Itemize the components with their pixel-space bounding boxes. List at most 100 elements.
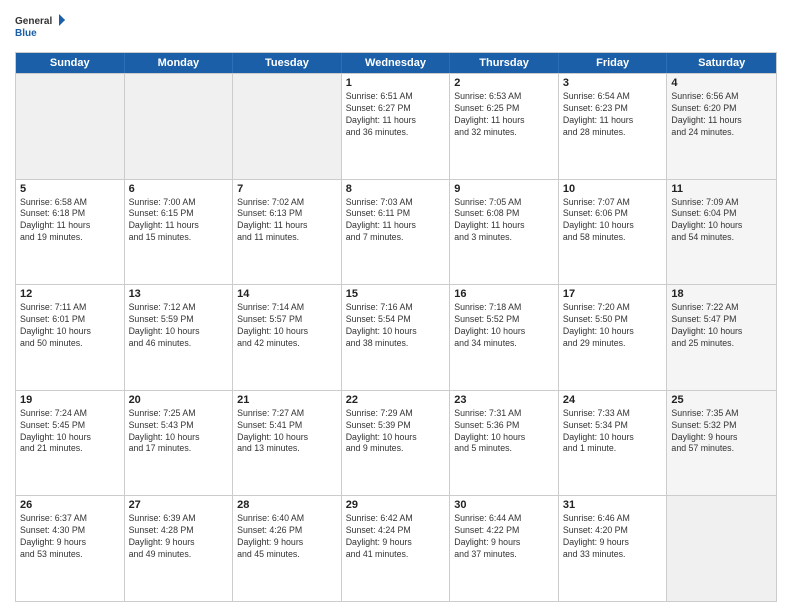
day-header-saturday: Saturday (667, 53, 776, 73)
cell-text: and 49 minutes. (129, 549, 229, 561)
calendar-week-5: 26Sunrise: 6:37 AMSunset: 4:30 PMDayligh… (16, 495, 776, 601)
day-cell-25: 25Sunrise: 7:35 AMSunset: 5:32 PMDayligh… (667, 391, 776, 496)
day-cell-14: 14Sunrise: 7:14 AMSunset: 5:57 PMDayligh… (233, 285, 342, 390)
day-cell-9: 9Sunrise: 7:05 AMSunset: 6:08 PMDaylight… (450, 180, 559, 285)
cell-text: and 58 minutes. (563, 232, 663, 244)
cell-text: Daylight: 10 hours (671, 220, 772, 232)
day-cell-29: 29Sunrise: 6:42 AMSunset: 4:24 PMDayligh… (342, 496, 451, 601)
cell-text: Sunrise: 7:33 AM (563, 408, 663, 420)
cell-text: Daylight: 9 hours (346, 537, 446, 549)
day-cell-18: 18Sunrise: 7:22 AMSunset: 5:47 PMDayligh… (667, 285, 776, 390)
cell-text: Daylight: 10 hours (346, 326, 446, 338)
calendar-body: 1Sunrise: 6:51 AMSunset: 6:27 PMDaylight… (16, 73, 776, 601)
cell-text: Sunrise: 6:54 AM (563, 91, 663, 103)
cell-text: Sunrise: 6:58 AM (20, 197, 120, 209)
cell-text: Daylight: 10 hours (129, 326, 229, 338)
cell-text: Sunset: 4:30 PM (20, 525, 120, 537)
day-cell-1: 1Sunrise: 6:51 AMSunset: 6:27 PMDaylight… (342, 74, 451, 179)
cell-text: Sunset: 6:25 PM (454, 103, 554, 115)
cell-text: and 36 minutes. (346, 127, 446, 139)
calendar-week-4: 19Sunrise: 7:24 AMSunset: 5:45 PMDayligh… (16, 390, 776, 496)
cell-text: Sunset: 5:36 PM (454, 420, 554, 432)
day-cell-21: 21Sunrise: 7:27 AMSunset: 5:41 PMDayligh… (233, 391, 342, 496)
day-number: 5 (20, 183, 120, 195)
cell-text: Daylight: 11 hours (454, 115, 554, 127)
day-number: 20 (129, 394, 229, 406)
day-cell-3: 3Sunrise: 6:54 AMSunset: 6:23 PMDaylight… (559, 74, 668, 179)
cell-text: and 3 minutes. (454, 232, 554, 244)
cell-text: Sunset: 6:13 PM (237, 208, 337, 220)
cell-text: Sunset: 6:27 PM (346, 103, 446, 115)
day-header-friday: Friday (559, 53, 668, 73)
cell-text: Sunset: 4:28 PM (129, 525, 229, 537)
cell-text: Sunrise: 7:24 AM (20, 408, 120, 420)
day-cell-28: 28Sunrise: 6:40 AMSunset: 4:26 PMDayligh… (233, 496, 342, 601)
day-number: 27 (129, 499, 229, 511)
cell-text: Sunset: 5:34 PM (563, 420, 663, 432)
cell-text: and 41 minutes. (346, 549, 446, 561)
cell-text: Sunrise: 7:00 AM (129, 197, 229, 209)
cell-text: and 29 minutes. (563, 338, 663, 350)
day-number: 21 (237, 394, 337, 406)
day-number: 4 (671, 77, 772, 89)
empty-cell (16, 74, 125, 179)
day-cell-16: 16Sunrise: 7:18 AMSunset: 5:52 PMDayligh… (450, 285, 559, 390)
page-header: General Blue (15, 10, 777, 48)
cell-text: Daylight: 11 hours (671, 115, 772, 127)
cell-text: Sunset: 4:26 PM (237, 525, 337, 537)
cell-text: Daylight: 10 hours (237, 432, 337, 444)
cell-text: Sunrise: 6:51 AM (346, 91, 446, 103)
cell-text: and 15 minutes. (129, 232, 229, 244)
cell-text: Sunset: 5:52 PM (454, 314, 554, 326)
day-number: 11 (671, 183, 772, 195)
cell-text: and 33 minutes. (563, 549, 663, 561)
cell-text: Sunrise: 7:11 AM (20, 302, 120, 314)
day-cell-19: 19Sunrise: 7:24 AMSunset: 5:45 PMDayligh… (16, 391, 125, 496)
cell-text: Sunrise: 7:07 AM (563, 197, 663, 209)
cell-text: Sunrise: 7:18 AM (454, 302, 554, 314)
cell-text: Daylight: 11 hours (454, 220, 554, 232)
cell-text: and 34 minutes. (454, 338, 554, 350)
day-cell-11: 11Sunrise: 7:09 AMSunset: 6:04 PMDayligh… (667, 180, 776, 285)
day-number: 10 (563, 183, 663, 195)
cell-text: and 32 minutes. (454, 127, 554, 139)
cell-text: Sunset: 6:23 PM (563, 103, 663, 115)
cell-text: and 28 minutes. (563, 127, 663, 139)
cell-text: Sunset: 5:47 PM (671, 314, 772, 326)
day-cell-22: 22Sunrise: 7:29 AMSunset: 5:39 PMDayligh… (342, 391, 451, 496)
cell-text: and 42 minutes. (237, 338, 337, 350)
day-number: 29 (346, 499, 446, 511)
cell-text: and 53 minutes. (20, 549, 120, 561)
cell-text: Sunset: 5:59 PM (129, 314, 229, 326)
empty-cell (667, 496, 776, 601)
cell-text: Sunset: 6:08 PM (454, 208, 554, 220)
day-cell-8: 8Sunrise: 7:03 AMSunset: 6:11 PMDaylight… (342, 180, 451, 285)
cell-text: Sunrise: 7:25 AM (129, 408, 229, 420)
day-number: 22 (346, 394, 446, 406)
cell-text: Daylight: 11 hours (346, 220, 446, 232)
cell-text: and 25 minutes. (671, 338, 772, 350)
cell-text: Daylight: 9 hours (237, 537, 337, 549)
cell-text: and 46 minutes. (129, 338, 229, 350)
cell-text: and 5 minutes. (454, 443, 554, 455)
cell-text: Sunrise: 7:05 AM (454, 197, 554, 209)
cell-text: Daylight: 9 hours (563, 537, 663, 549)
cell-text: Daylight: 9 hours (671, 432, 772, 444)
cell-text: Daylight: 10 hours (563, 220, 663, 232)
cell-text: Sunrise: 6:40 AM (237, 513, 337, 525)
day-cell-13: 13Sunrise: 7:12 AMSunset: 5:59 PMDayligh… (125, 285, 234, 390)
cell-text: Daylight: 11 hours (237, 220, 337, 232)
cell-text: and 38 minutes. (346, 338, 446, 350)
cell-text: Daylight: 10 hours (237, 326, 337, 338)
day-number: 2 (454, 77, 554, 89)
cell-text: Sunrise: 7:14 AM (237, 302, 337, 314)
day-number: 25 (671, 394, 772, 406)
day-number: 30 (454, 499, 554, 511)
logo-svg: General Blue (15, 10, 65, 48)
day-number: 13 (129, 288, 229, 300)
cell-text: and 24 minutes. (671, 127, 772, 139)
cell-text: Sunrise: 6:37 AM (20, 513, 120, 525)
day-cell-27: 27Sunrise: 6:39 AMSunset: 4:28 PMDayligh… (125, 496, 234, 601)
cell-text: Daylight: 10 hours (20, 326, 120, 338)
day-number: 23 (454, 394, 554, 406)
